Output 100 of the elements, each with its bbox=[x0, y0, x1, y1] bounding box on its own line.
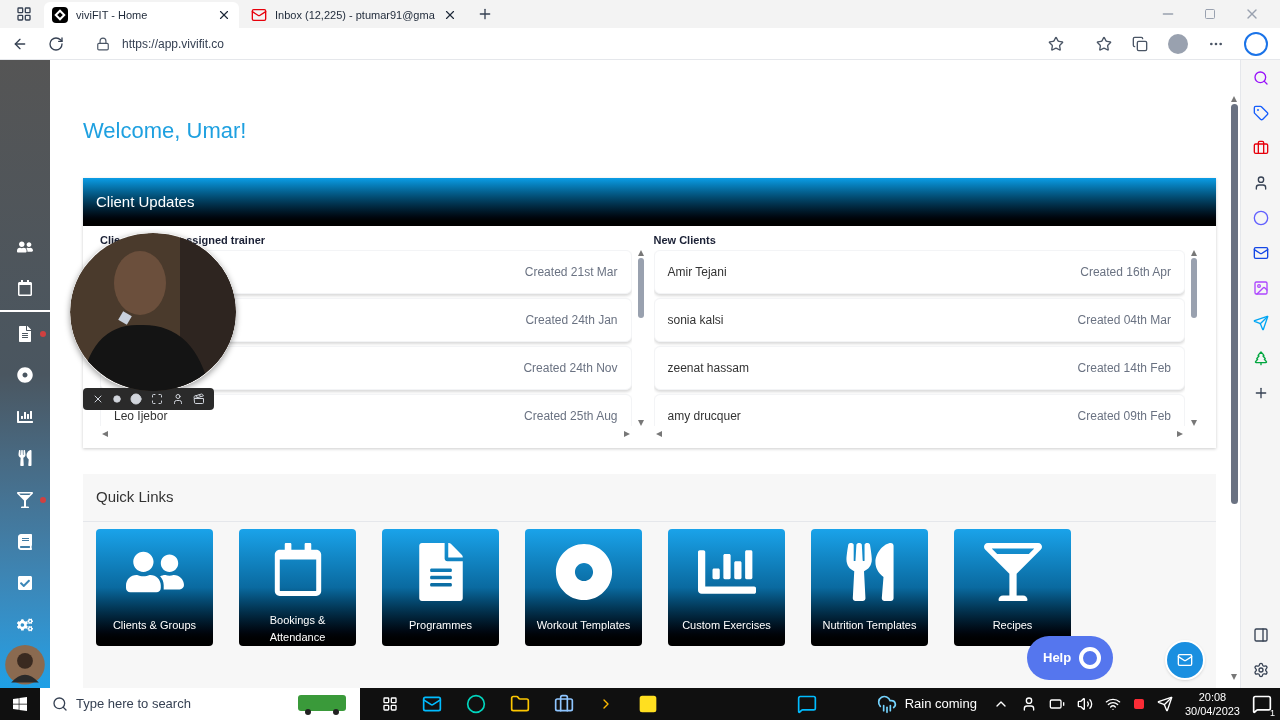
client-row[interactable]: amy drucquer Created 09th Feb bbox=[653, 394, 1185, 426]
scroll-down-arrow[interactable] bbox=[637, 420, 644, 426]
created-date: Created 25th Aug bbox=[524, 408, 618, 425]
clapperboard-icon[interactable] bbox=[193, 393, 206, 405]
briefcase-icon[interactable] bbox=[1252, 140, 1269, 156]
rain-icon bbox=[876, 694, 897, 714]
created-date: Created 04th Mar bbox=[1077, 312, 1171, 329]
avatar[interactable] bbox=[5, 645, 45, 685]
client-name: Amir Tejani bbox=[667, 264, 727, 281]
scroll-right-arrow[interactable] bbox=[1177, 431, 1183, 437]
help-button[interactable]: Help bbox=[1027, 636, 1113, 680]
folder-icon[interactable] bbox=[510, 694, 530, 714]
created-date: Created 21st Mar bbox=[524, 264, 618, 281]
collections-icon[interactable] bbox=[1132, 35, 1148, 52]
client-name: sonia kalsi bbox=[667, 312, 724, 329]
created-date: Created 14th Feb bbox=[1077, 360, 1171, 377]
browser-tab[interactable]: Inbox (12,225) - ptumar91@gma bbox=[243, 2, 465, 28]
start-icon[interactable] bbox=[12, 696, 28, 712]
scroll-left-arrow[interactable] bbox=[655, 431, 662, 437]
cocktail-glass-icon bbox=[983, 543, 1042, 601]
list-heading: New Clients bbox=[653, 232, 716, 248]
search-icon bbox=[52, 696, 68, 712]
fork-knife-icon bbox=[17, 450, 33, 467]
cocktail-glass-icon bbox=[17, 492, 33, 509]
profile-avatar[interactable] bbox=[1168, 33, 1188, 54]
sticky-note-icon[interactable] bbox=[638, 694, 658, 714]
quick-link-tile[interactable]: Programmes bbox=[382, 529, 499, 646]
mail-icon bbox=[1177, 652, 1193, 668]
mail-icon bbox=[251, 7, 267, 23]
settings-icon[interactable] bbox=[1252, 662, 1269, 678]
task-view-icon[interactable] bbox=[382, 696, 398, 712]
checkbox-icon bbox=[17, 575, 33, 592]
quick-link-tile[interactable]: Bookings & Attendance bbox=[239, 529, 356, 646]
client-row[interactable]: Amir Tejani Created 16th Apr bbox=[653, 250, 1185, 294]
quick-link-tile[interactable]: Custom Exercises bbox=[668, 529, 785, 646]
url-text: https://app.vivifit.co bbox=[122, 35, 225, 53]
close-icon[interactable] bbox=[217, 8, 231, 22]
panel-icon[interactable] bbox=[1252, 627, 1269, 643]
quick-link-tile[interactable]: Clients & Groups bbox=[96, 529, 213, 646]
mail-icon[interactable] bbox=[1252, 245, 1269, 261]
search-icon[interactable] bbox=[1252, 70, 1269, 86]
notifications-icon[interactable] bbox=[1252, 694, 1272, 714]
client-name: Leo Ijebor bbox=[114, 408, 168, 425]
favorites-icon[interactable] bbox=[1096, 35, 1112, 52]
tile-label: Clients & Groups bbox=[111, 618, 198, 633]
scroll-right-arrow[interactable] bbox=[623, 431, 630, 437]
created-date: Created 24th Nov bbox=[523, 360, 618, 377]
created-date: Created 09th Feb bbox=[1077, 408, 1171, 425]
quick-link-tile[interactable]: Workout Templates bbox=[525, 529, 642, 646]
battery-icon bbox=[1048, 696, 1065, 712]
refresh-icon[interactable] bbox=[48, 35, 64, 52]
wifi-icon bbox=[1104, 696, 1121, 712]
quick-link-tile[interactable]: Recipes bbox=[954, 529, 1071, 646]
target-icon bbox=[554, 543, 613, 601]
tab-actions-icon[interactable] bbox=[16, 6, 32, 22]
scrollbar-thumb[interactable] bbox=[1191, 258, 1197, 318]
taskbar-search-field[interactable]: Type here to search bbox=[40, 688, 360, 720]
scroll-down-arrow[interactable] bbox=[1231, 674, 1237, 680]
target-icon bbox=[17, 367, 33, 384]
image-icon[interactable] bbox=[1252, 280, 1269, 296]
small-dot-icon[interactable] bbox=[112, 395, 121, 403]
calendar-icon bbox=[17, 280, 33, 297]
settings-icon bbox=[17, 616, 33, 633]
scroll-up-arrow[interactable] bbox=[637, 250, 644, 256]
tab-title: Inbox (12,225) - ptumar91@gma bbox=[275, 7, 435, 23]
scroll-down-arrow[interactable] bbox=[1191, 420, 1197, 426]
fullscreen-icon[interactable] bbox=[151, 393, 164, 405]
volume-icon bbox=[1076, 696, 1093, 712]
client-row[interactable]: sonia kalsi Created 04th Mar bbox=[653, 298, 1185, 342]
mail-icon[interactable] bbox=[422, 694, 442, 714]
vivifit-logo-icon bbox=[52, 7, 68, 23]
client-row[interactable]: zeenat hassam Created 14th Feb bbox=[653, 346, 1185, 390]
welcome-heading: Welcome, Umar! bbox=[83, 117, 248, 145]
created-date: Created 24th Jan bbox=[525, 312, 618, 329]
scroll-left-arrow[interactable] bbox=[102, 431, 108, 437]
lock-icon bbox=[96, 36, 110, 51]
tile-label: Nutrition Templates bbox=[821, 618, 918, 633]
tile-label: Workout Templates bbox=[535, 618, 632, 633]
scrollbar-thumb[interactable] bbox=[637, 258, 644, 318]
card-title: Quick Links bbox=[96, 487, 174, 508]
quick-link-tile[interactable]: Nutrition Templates bbox=[811, 529, 928, 646]
notification-count: 1 bbox=[1270, 706, 1275, 720]
large-dot-icon[interactable] bbox=[129, 393, 142, 405]
ring-icon[interactable] bbox=[1252, 210, 1269, 226]
card-title: Client Updates bbox=[96, 191, 195, 212]
scroll-up-arrow[interactable] bbox=[1191, 250, 1197, 256]
scroll-up-arrow[interactable] bbox=[1231, 96, 1237, 102]
bus-icon bbox=[296, 693, 348, 715]
person-icon[interactable] bbox=[172, 393, 185, 405]
search-placeholder: Type here to search bbox=[76, 695, 191, 714]
tag-icon[interactable] bbox=[1252, 105, 1269, 121]
tree-icon[interactable] bbox=[1252, 350, 1269, 366]
scrollbar-thumb[interactable] bbox=[1230, 104, 1238, 504]
tile-label: Bookings & Attendance bbox=[268, 613, 327, 645]
created-date: Created 16th Apr bbox=[1080, 264, 1171, 281]
favorite-icon[interactable] bbox=[1048, 35, 1064, 52]
app-icon bbox=[1132, 698, 1145, 710]
book-icon bbox=[17, 533, 33, 550]
weather-text[interactable]: Rain coming bbox=[904, 694, 977, 714]
browser-tab[interactable]: viviFIT - Home bbox=[44, 2, 239, 28]
